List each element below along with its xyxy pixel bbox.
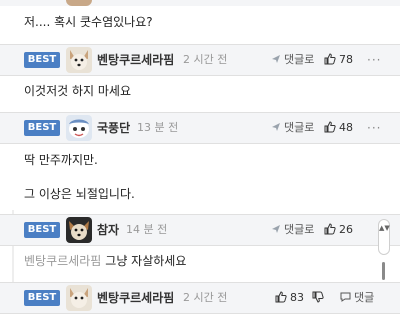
comment-header: BEST 국풍단 13 분 전 댓글로 48 ··· xyxy=(0,112,400,144)
dog-avatar-icon[interactable] xyxy=(66,47,92,73)
cartoon-avatar-icon[interactable] xyxy=(66,115,92,141)
comment-text: 벤탕쿠르세라핌 그냥 자살하세요 xyxy=(24,252,186,269)
comment-header: BEST 벤탕쿠르세라핌 2 시간 전 댓글로 78 ··· xyxy=(0,44,400,76)
avatar xyxy=(66,0,92,6)
like-button[interactable]: 78 xyxy=(324,45,353,75)
comment-time: 14 분 전 xyxy=(126,223,168,236)
scrollbar-thumb[interactable]: ▲▼ xyxy=(378,219,390,255)
best-badge: BEST xyxy=(24,222,60,238)
best-badge: BEST xyxy=(24,120,60,136)
previous-comment-header xyxy=(0,0,400,6)
like-button[interactable]: 48 xyxy=(324,113,353,143)
thumbs-up-icon xyxy=(275,291,287,303)
reply-label: 댓글 xyxy=(354,291,375,304)
more-options-button[interactable]: ··· xyxy=(367,113,381,143)
reply-arrow-icon xyxy=(272,225,280,233)
reply-label: 댓글로 xyxy=(284,121,315,134)
thumbs-up-icon xyxy=(324,53,336,65)
reply-button[interactable]: 댓글 xyxy=(340,283,374,313)
comment-text-body: 그냥 자살하세요 xyxy=(105,254,187,268)
reply-button[interactable]: 댓글로 xyxy=(271,113,314,143)
comment-nickname[interactable]: 벤탕쿠르세라핌 xyxy=(97,283,174,313)
comment-nickname[interactable]: 국풍단 xyxy=(97,113,130,143)
reply-label: 댓글로 xyxy=(284,223,315,236)
like-count: 26 xyxy=(339,223,353,236)
reply-arrow-icon xyxy=(272,55,280,63)
comment-text-line: 딱 만주까지만. xyxy=(24,153,98,167)
reply-button[interactable]: 댓글로 xyxy=(271,45,314,75)
best-badge: BEST xyxy=(24,52,60,68)
dog-avatar-icon[interactable] xyxy=(66,217,92,243)
thumbs-up-icon xyxy=(324,223,336,235)
comment-text: 저.... 혹시 쿳수염있나요? xyxy=(24,15,153,29)
thumbs-down-icon xyxy=(312,291,324,303)
reply-button[interactable]: 댓글로 xyxy=(271,215,314,245)
comment-text: 이것저것 하지 마세요 xyxy=(24,84,131,98)
comment-header: BEST 참자 14 분 전 댓글로 26 xyxy=(0,214,400,246)
like-button[interactable]: 26 xyxy=(324,215,353,245)
reply-label: 댓글로 xyxy=(284,53,315,66)
thumbs-up-icon xyxy=(324,121,336,133)
mentioned-nickname[interactable]: 벤탕쿠르세라핌 xyxy=(24,254,101,268)
like-count: 78 xyxy=(339,53,353,66)
reply-arrow-icon xyxy=(272,123,280,131)
comment-nickname[interactable]: 참자 xyxy=(97,215,119,245)
scrollbar-track[interactable] xyxy=(382,262,385,280)
like-button[interactable]: 83 xyxy=(275,283,304,313)
dislike-button[interactable] xyxy=(312,283,327,313)
comment-time: 2 시간 전 xyxy=(183,291,228,304)
like-count: 83 xyxy=(290,291,304,304)
speech-bubble-icon xyxy=(340,292,351,302)
comment-header: BEST 벤탕쿠르세라핌 2 시간 전 83 댓글 xyxy=(0,282,400,314)
comment-nickname[interactable]: 벤탕쿠르세라핌 xyxy=(97,45,174,75)
dog-avatar-icon[interactable] xyxy=(66,285,92,311)
comment-text-line: 그 이상은 뇌절입니다. xyxy=(24,187,135,201)
like-count: 48 xyxy=(339,121,353,134)
more-options-button[interactable]: ··· xyxy=(367,45,381,75)
best-badge: BEST xyxy=(24,290,60,306)
comment-time: 2 시간 전 xyxy=(183,53,228,66)
comment-time: 13 분 전 xyxy=(137,121,179,134)
